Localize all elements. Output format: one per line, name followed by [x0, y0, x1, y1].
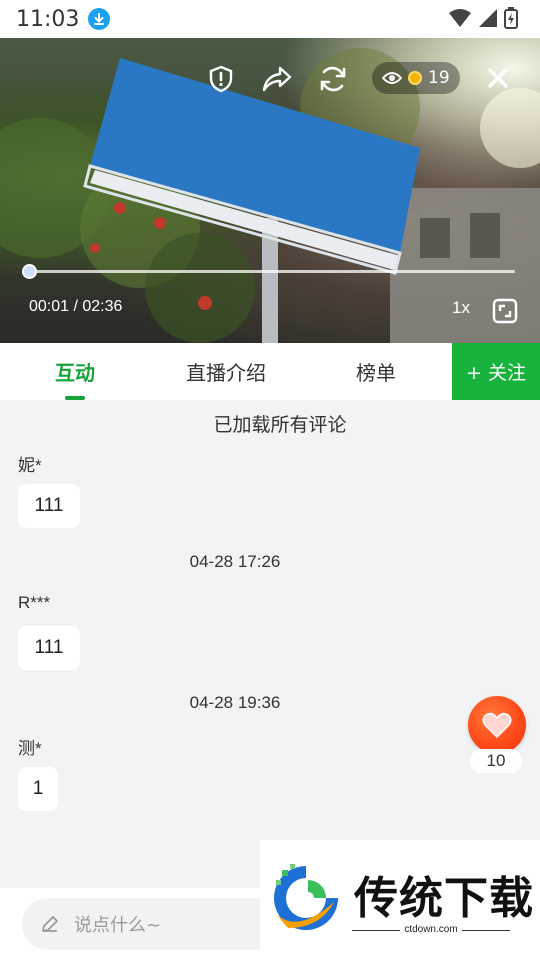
- comment-bubble[interactable]: 111: [18, 626, 80, 670]
- status-bar: 11:03: [0, 0, 540, 38]
- like-count: 10: [470, 749, 522, 773]
- progress-bar[interactable]: [29, 270, 515, 273]
- watermark-title: 传统下载: [354, 873, 534, 924]
- comment-input-placeholder: 说点什么~: [74, 915, 162, 936]
- fullscreen-icon[interactable]: [490, 296, 520, 326]
- comment-username: 测*: [18, 739, 42, 758]
- viewer-count-badge: 19: [372, 62, 460, 94]
- speed-button[interactable]: 1x: [452, 298, 470, 318]
- video-player[interactable]: 19 00:01 / 02:36 1x: [0, 38, 540, 343]
- tab-active-indicator: [65, 396, 85, 400]
- watermark-logo: [274, 864, 338, 930]
- tab-ranking[interactable]: 榜单: [326, 343, 426, 400]
- comment-username: R***: [18, 593, 51, 612]
- signal-icon: [479, 9, 497, 27]
- comment-bubble[interactable]: 111: [18, 484, 80, 528]
- status-time: 11:03: [16, 6, 80, 32]
- close-icon[interactable]: [484, 64, 512, 92]
- tab-interaction[interactable]: 互动: [25, 343, 125, 400]
- share-icon[interactable]: [260, 62, 294, 96]
- all-comments-loaded-note: 已加载所有评论: [213, 414, 347, 436]
- wifi-icon: [449, 9, 471, 27]
- comment-timestamp: 04-28 17:26: [189, 552, 281, 571]
- eye-icon: [382, 72, 402, 84]
- tab-ranking-label: 榜单: [356, 361, 396, 385]
- report-shield-icon[interactable]: [206, 64, 236, 94]
- download-icon: [88, 8, 111, 30]
- battery-icon: [504, 7, 518, 29]
- follow-button[interactable]: + 关注: [452, 343, 540, 400]
- playback-time: 00:01 / 02:36: [29, 298, 123, 315]
- comment-bubble[interactable]: 1: [18, 767, 58, 811]
- comment-username: 妮*: [18, 456, 42, 475]
- watermark-url: ctdown.com: [404, 924, 458, 935]
- progress-handle[interactable]: [22, 264, 37, 279]
- comment-timestamp: 04-28 19:36: [189, 693, 281, 712]
- tab-live-intro[interactable]: 直播介绍: [166, 343, 286, 400]
- coin-icon: [408, 71, 422, 85]
- refresh-icon[interactable]: [316, 62, 350, 96]
- tab-interaction-label: 互动: [55, 361, 95, 385]
- edit-icon: [42, 916, 58, 932]
- viewer-count: 19: [428, 68, 450, 88]
- heart-icon: [482, 712, 512, 738]
- like-button[interactable]: [468, 696, 526, 754]
- tab-live-intro-label: 直播介绍: [186, 361, 266, 385]
